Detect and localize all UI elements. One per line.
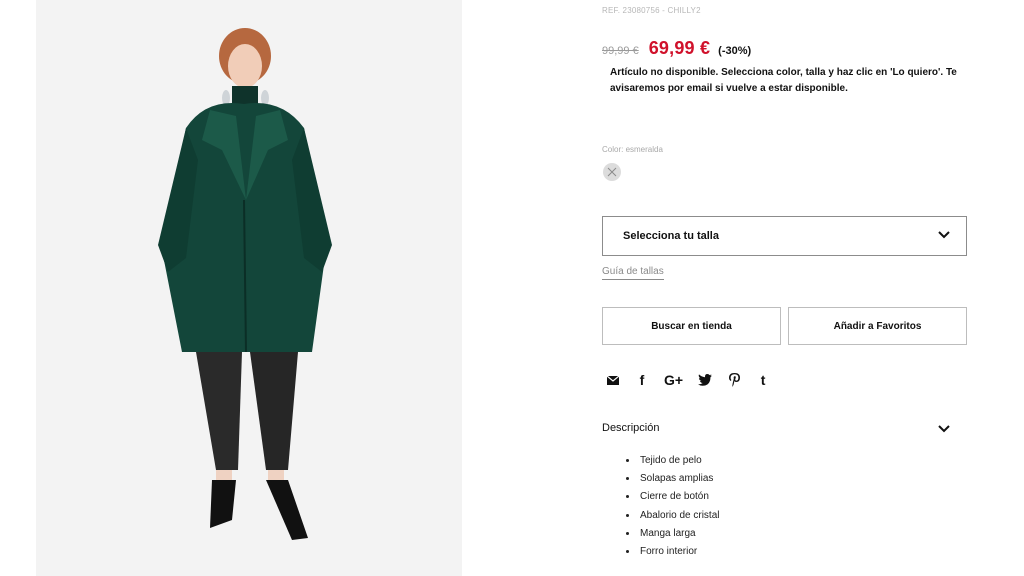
product-info: REF. 23080756 - CHILLY2 99,99 € 69,99 € … (602, 0, 968, 576)
sale-price: 69,99 € (648, 38, 711, 58)
availability-notice: Artículo no disponible. Selecciona color… (610, 67, 957, 94)
size-select[interactable]: Selecciona tu talla (602, 216, 967, 256)
chevron-down-icon[interactable] (938, 425, 950, 433)
list-item: Abalorio de cristal (638, 507, 719, 525)
list-item: Tejido de pelo (638, 452, 719, 470)
google-plus-icon[interactable]: G+ (664, 371, 683, 389)
pinterest-icon[interactable] (727, 371, 741, 389)
size-guide-link[interactable]: Guía de tallas (602, 266, 664, 280)
tumblr-icon[interactable]: t (756, 371, 770, 389)
product-photo[interactable] (36, 0, 462, 576)
color-swatch[interactable] (603, 163, 621, 181)
description-header[interactable]: Descripción (602, 422, 659, 434)
model-illustration (36, 0, 462, 576)
discount-badge: (-30%) (718, 45, 752, 57)
product-reference: REF. 23080756 - CHILLY2 (602, 6, 701, 15)
list-item: Solapas amplias (638, 470, 719, 488)
list-item: Cierre de botón (638, 488, 719, 506)
email-icon[interactable] (606, 371, 620, 389)
twitter-icon[interactable] (698, 371, 713, 389)
price-block: 99,99 € 69,99 € (-30%) (602, 38, 751, 59)
description-list: Tejido de pelo Solapas amplias Cierre de… (624, 452, 719, 561)
list-item: Manga larga (638, 525, 719, 543)
unavailable-x-icon (607, 167, 617, 177)
find-in-store-button[interactable]: Buscar en tienda (602, 307, 781, 345)
size-select-label: Selecciona tu talla (623, 230, 719, 242)
chevron-down-icon (938, 231, 950, 239)
list-item: Forro interior (638, 543, 719, 561)
color-label: Color: esmeralda (602, 145, 663, 154)
add-to-favorites-button[interactable]: Añadir a Favoritos (788, 307, 967, 345)
old-price: 99,99 € (602, 45, 639, 57)
facebook-icon[interactable]: f (635, 371, 649, 389)
social-share-bar: f G+ t (606, 371, 785, 389)
